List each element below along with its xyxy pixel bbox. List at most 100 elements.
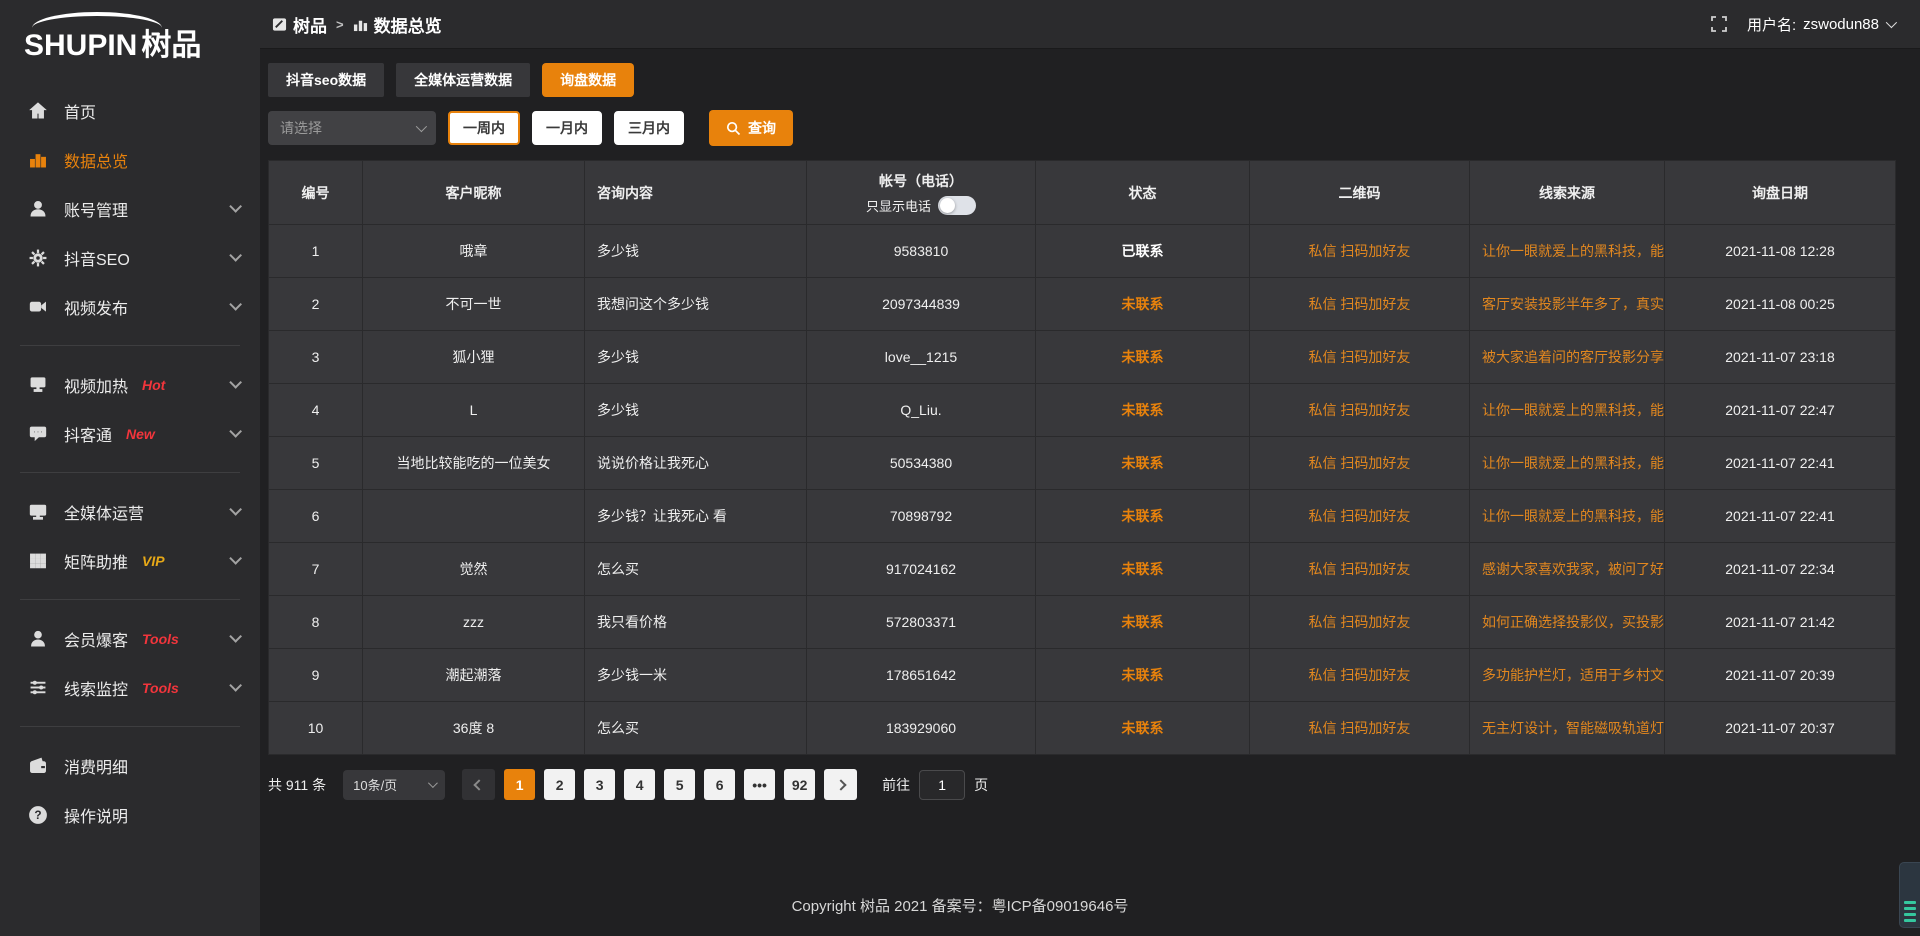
breadcrumb-current[interactable]: 数据总览 [353, 12, 442, 37]
cell-content: 怎么买 [585, 702, 807, 755]
sidebar-item[interactable] [20, 472, 240, 473]
cell-qrcode-link[interactable]: 私信 扫码加好友 [1250, 278, 1470, 331]
gear-icon [28, 249, 48, 267]
date-range-button[interactable]: 一周内 [448, 111, 520, 145]
sidebar-item[interactable]: 抖客通 New [0, 409, 260, 458]
page-size-value: 10条/页 [353, 775, 397, 794]
cell-account: 70898792 [807, 490, 1036, 543]
cell-qrcode-link[interactable]: 私信 扫码加好友 [1250, 384, 1470, 437]
prev-page-button[interactable] [462, 769, 495, 800]
phone-only-toggle[interactable] [938, 196, 976, 215]
sidebar-item[interactable] [20, 599, 240, 600]
cell-source-link[interactable]: 无主灯设计，智能磁吸轨道灯... [1470, 702, 1665, 755]
sidebar-item[interactable]: 首页 [0, 86, 260, 135]
page-button[interactable]: 1 [504, 769, 535, 800]
sidebar-item[interactable]: 线索监控 Tools [0, 663, 260, 712]
svg-text:?: ? [34, 808, 41, 822]
cell-nickname: L [363, 384, 585, 437]
sidebar-item-label: 数据总览 [64, 148, 128, 172]
sidebar-item-badge: Tools [142, 631, 179, 647]
date-range-button[interactable]: 三月内 [614, 111, 684, 145]
table-row: 10 36度 8 怎么买 183929060 未联系 私信 扫码加好友 无主灯设… [269, 702, 1896, 755]
page-button[interactable]: 3 [584, 769, 615, 800]
sidebar-item-label: 全媒体运营 [64, 500, 144, 524]
chevron-right-icon [835, 779, 846, 790]
sidebar-item[interactable]: 全媒体运营 [0, 487, 260, 536]
widget-stripe [1904, 901, 1916, 904]
user-icon [28, 200, 48, 218]
sidebar-item[interactable] [20, 345, 240, 346]
cell-status: 未联系 [1036, 278, 1250, 331]
cell-date: 2021-11-07 23:18 [1665, 331, 1896, 384]
home-icon [28, 102, 48, 120]
page-size-select[interactable]: 10条/页 [343, 770, 445, 800]
cell-qrcode-link[interactable]: 私信 扫码加好友 [1250, 331, 1470, 384]
page-button[interactable]: 5 [664, 769, 695, 800]
widget-stripe [1904, 913, 1916, 916]
sidebar-item-label: 账号管理 [64, 197, 128, 221]
page-button[interactable]: 92 [784, 769, 815, 800]
filter-select[interactable]: 请选择 [268, 111, 436, 145]
sidebar-item[interactable]: ? 操作说明 [0, 790, 260, 839]
content-column: 树品 > 数据总览 用户名: zswodun88 [260, 0, 1920, 936]
sidebar-item-label: 视频发布 [64, 295, 128, 319]
tab[interactable]: 询盘数据 [542, 63, 634, 97]
cell-no: 3 [269, 331, 363, 384]
tab[interactable]: 全媒体运营数据 [396, 63, 530, 97]
cell-source-link[interactable]: 让你一眼就爱上的黑科技，能... [1470, 437, 1665, 490]
sidebar-item-label: 线索监控 [64, 676, 128, 700]
sidebar-item-label: 首页 [64, 99, 96, 123]
sidebar-item[interactable]: 账号管理 [0, 184, 260, 233]
fullscreen-button[interactable] [1711, 16, 1727, 32]
cell-qrcode-link[interactable]: 私信 扫码加好友 [1250, 225, 1470, 278]
cell-source-link[interactable]: 让你一眼就爱上的黑科技，能... [1470, 490, 1665, 543]
cell-source-link[interactable]: 让你一眼就爱上的黑科技，能... [1470, 225, 1665, 278]
cell-qrcode-link[interactable]: 私信 扫码加好友 [1250, 702, 1470, 755]
sidebar-item[interactable]: 抖音SEO [0, 233, 260, 282]
footer-copyright: Copyright 树品 2021 备案号：粤ICP备09019646号 [0, 895, 1920, 916]
user-menu[interactable]: 用户名: zswodun88 [1747, 14, 1894, 35]
date-range-button[interactable]: 一月内 [532, 111, 602, 145]
cell-no: 7 [269, 543, 363, 596]
cell-qrcode-link[interactable]: 私信 扫码加好友 [1250, 543, 1470, 596]
cell-nickname [363, 490, 585, 543]
sidebar-item[interactable]: 消费明细 [0, 741, 260, 790]
sidebar: SHUPIN树品 首页 数据总览 账号管理 [0, 0, 260, 936]
goto-suffix-label: 页 [974, 775, 988, 795]
page-button[interactable]: 6 [704, 769, 735, 800]
sidebar-item[interactable]: 视频发布 [0, 282, 260, 331]
cell-source-link[interactable]: 如何正确选择投影仪，买投影... [1470, 596, 1665, 649]
sidebar-item[interactable]: 数据总览 [0, 135, 260, 184]
cell-qrcode-link[interactable]: 私信 扫码加好友 [1250, 437, 1470, 490]
cell-source-link[interactable]: 客厅安装投影半年多了，真实... [1470, 278, 1665, 331]
cell-source-link[interactable]: 感谢大家喜欢我家，被问了好... [1470, 543, 1665, 596]
table-row: 7 觉然 怎么买 917024162 未联系 私信 扫码加好友 感谢大家喜欢我家… [269, 543, 1896, 596]
cell-nickname: 哦章 [363, 225, 585, 278]
page-button[interactable]: ••• [744, 769, 775, 800]
table-row: 5 当地比较能吃的一位美女 说说价格让我死心 50534380 未联系 私信 扫… [269, 437, 1896, 490]
sidebar-item[interactable]: 会员爆客 Tools [0, 614, 260, 663]
member-icon [28, 630, 48, 648]
tab[interactable]: 抖音seo数据 [268, 63, 384, 97]
cell-date: 2021-11-07 22:41 [1665, 490, 1896, 543]
cell-qrcode-link[interactable]: 私信 扫码加好友 [1250, 490, 1470, 543]
page-button[interactable]: 4 [624, 769, 655, 800]
breadcrumb-home[interactable]: 树品 [272, 12, 327, 37]
cell-qrcode-link[interactable]: 私信 扫码加好友 [1250, 596, 1470, 649]
page-button[interactable]: 2 [544, 769, 575, 800]
sidebar-item[interactable] [20, 726, 240, 727]
sidebar-item[interactable]: 视频加热 Hot [0, 360, 260, 409]
cell-source-link[interactable]: 让你一眼就爱上的黑科技，能... [1470, 384, 1665, 437]
cell-source-link[interactable]: 多功能护栏灯，适用于乡村文... [1470, 649, 1665, 702]
cell-nickname: 当地比较能吃的一位美女 [363, 437, 585, 490]
floating-widget[interactable] [1899, 862, 1920, 928]
logo[interactable]: SHUPIN树品 [0, 10, 260, 80]
search-button[interactable]: 查询 [709, 110, 793, 146]
col-header-qrcode: 二维码 [1250, 161, 1470, 225]
next-page-button[interactable] [824, 769, 857, 800]
cell-qrcode-link[interactable]: 私信 扫码加好友 [1250, 649, 1470, 702]
cell-source-link[interactable]: 被大家追着问的客厅投影分享... [1470, 331, 1665, 384]
goto-page-input[interactable] [919, 770, 965, 800]
chevron-down-icon [229, 552, 242, 565]
sidebar-item[interactable]: 矩阵助推 VIP [0, 536, 260, 585]
